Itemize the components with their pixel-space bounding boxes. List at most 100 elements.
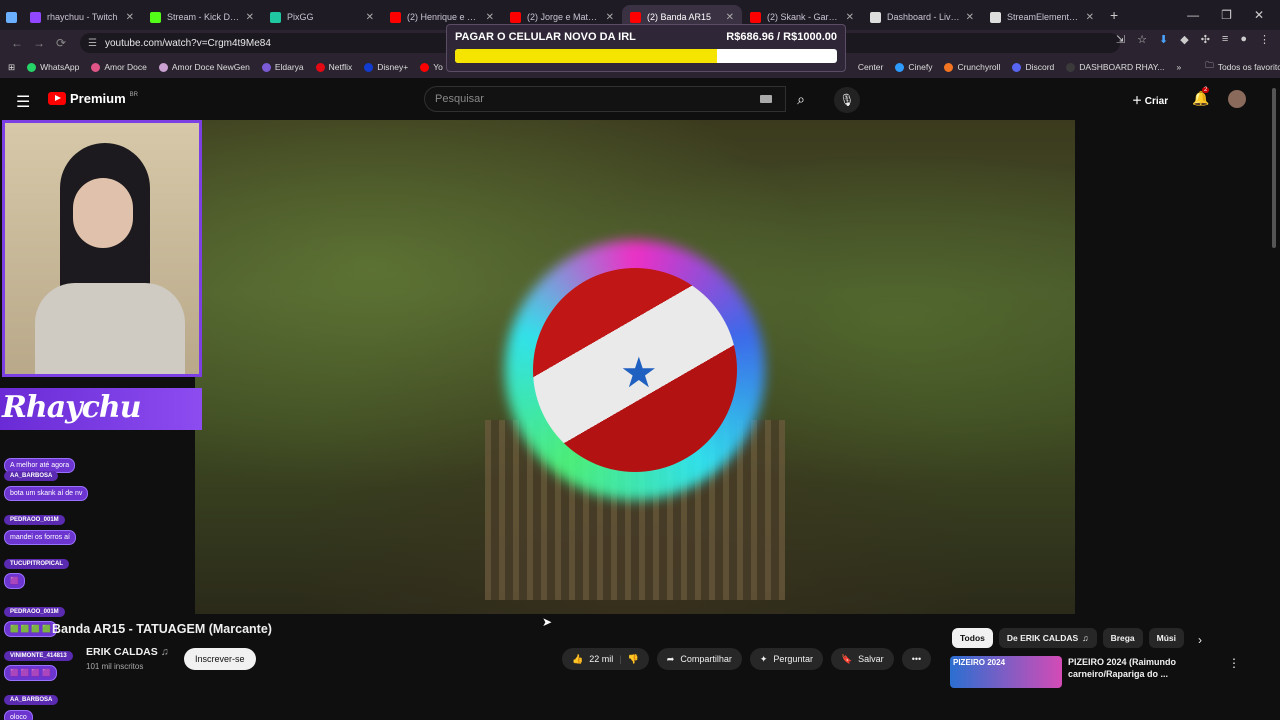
bookmark-item[interactable]: Discord bbox=[1006, 62, 1060, 72]
tab-7[interactable]: Dashboard - LivePix ✕ bbox=[862, 5, 982, 29]
tab-label: PixGG bbox=[287, 12, 314, 22]
tab-close-icon[interactable]: ✕ bbox=[726, 12, 734, 23]
tab-close-icon[interactable]: ✕ bbox=[606, 12, 614, 23]
menu-list-icon[interactable]: ≡ bbox=[1222, 33, 1228, 46]
site-info-icon[interactable]: ☰ bbox=[88, 38, 97, 49]
related-thumbnail[interactable]: PIZEIRO 2024 bbox=[950, 656, 1062, 688]
bookmark-item[interactable]: DASHBOARD RHAY... bbox=[1060, 62, 1170, 72]
tab-close-icon[interactable]: ✕ bbox=[246, 12, 254, 23]
share-button[interactable]: ➦ Compartilhar bbox=[656, 648, 742, 670]
subscribe-button[interactable]: Inscrever-se bbox=[184, 648, 256, 670]
search-icon[interactable]: ⌕ bbox=[786, 86, 816, 112]
tab-close-icon[interactable]: ✕ bbox=[966, 12, 974, 23]
ask-button[interactable]: ✦ Perguntar bbox=[749, 648, 823, 670]
tab-menu-icon[interactable] bbox=[0, 5, 22, 29]
extension-icon[interactable]: ◆ bbox=[1180, 33, 1188, 46]
goal-title: PAGAR O CELULAR NOVO DA IRL bbox=[455, 31, 636, 43]
mouse-cursor-icon: ➤ bbox=[542, 615, 553, 629]
create-button[interactable]: ＋ Criar bbox=[1132, 92, 1168, 107]
close-window-icon[interactable]: ✕ bbox=[1254, 8, 1264, 22]
bookmarks-overflow-icon[interactable]: » bbox=[1170, 62, 1187, 72]
video-actions: 👍 22 mil | 👎 ➦ Compartilhar ✦ Perguntar 🔖 S… bbox=[562, 648, 932, 670]
filter-chip[interactable]: Brega bbox=[1102, 628, 1143, 648]
hamburger-menu-icon[interactable]: ☰ bbox=[16, 92, 30, 112]
tab-0[interactable]: rhaychuu - Twitch ✕ bbox=[22, 5, 142, 29]
keyboard-icon[interactable] bbox=[760, 95, 772, 103]
profile-icon[interactable]: ● bbox=[1240, 33, 1247, 46]
webcam-overlay bbox=[2, 120, 202, 377]
bookmark-item[interactable]: Eldarya bbox=[256, 62, 310, 72]
bookmark-favicon-icon bbox=[895, 62, 905, 72]
restore-icon[interactable]: ❐ bbox=[1221, 8, 1232, 22]
tab-2[interactable]: PixGG ✕ bbox=[262, 5, 382, 29]
search-input[interactable]: Pesquisar bbox=[424, 86, 786, 112]
tab-8[interactable]: StreamElements - A ✕ bbox=[982, 5, 1102, 29]
bookmark-item[interactable]: Cinefy bbox=[889, 62, 938, 72]
chips-next-icon[interactable]: › bbox=[1198, 633, 1202, 647]
more-vert-icon[interactable]: ⋮ bbox=[1228, 656, 1240, 688]
bookmark-item[interactable]: Amor Doce NewGen bbox=[153, 62, 256, 72]
more-actions-button[interactable]: ••• bbox=[901, 648, 932, 670]
bookmark-item[interactable]: Center bbox=[839, 62, 890, 72]
chat-username: TUCUPITROPICAL bbox=[4, 559, 69, 569]
tab-close-icon[interactable]: ✕ bbox=[366, 12, 374, 23]
tab-close-icon[interactable]: ✕ bbox=[126, 12, 134, 23]
page-scrollbar[interactable] bbox=[1272, 88, 1276, 248]
microphone-icon[interactable]: 🎙 bbox=[834, 87, 860, 113]
puzzle-icon[interactable]: ✣ bbox=[1201, 33, 1210, 46]
goal-amount: R$686.96 / R$1000.00 bbox=[726, 31, 837, 43]
install-icon[interactable]: ⇲ bbox=[1116, 33, 1125, 46]
bookmark-item[interactable]: Yo bbox=[414, 62, 449, 72]
thumbs-down-icon[interactable]: 👎 bbox=[628, 654, 639, 665]
bookmark-favicon-icon bbox=[91, 62, 101, 72]
create-label: Criar bbox=[1144, 96, 1169, 107]
account-avatar[interactable] bbox=[1228, 90, 1246, 108]
minimize-icon[interactable]: — bbox=[1187, 8, 1199, 22]
more-vert-icon[interactable]: ⋮ bbox=[1259, 33, 1270, 46]
new-tab-icon[interactable]: + bbox=[1110, 7, 1118, 23]
country-code: BR bbox=[129, 91, 138, 98]
donation-goal-widget: PAGAR O CELULAR NOVO DA IRL R$686.96 / R… bbox=[446, 24, 846, 72]
chip-label: Brega bbox=[1110, 633, 1135, 643]
related-video-item[interactable]: PIZEIRO 2024 PIZEIRO 2024 (Raimundo carn… bbox=[950, 656, 1240, 688]
music-note-icon: ♫ bbox=[160, 646, 169, 658]
chat-text: oloco bbox=[4, 710, 33, 720]
save-button[interactable]: 🔖 Salvar bbox=[830, 648, 894, 670]
tab-close-icon[interactable]: ✕ bbox=[1086, 12, 1094, 23]
filter-chip[interactable]: Todos bbox=[952, 628, 993, 648]
bookmark-item[interactable]: Netflix bbox=[310, 62, 359, 72]
reload-icon[interactable]: ⟳ bbox=[50, 36, 72, 50]
window-controls: — ❐ ✕ bbox=[1187, 0, 1280, 30]
bookmark-item[interactable]: WhatsApp bbox=[21, 62, 85, 72]
all-favorites-folder[interactable]: 🗀 Todos os favoritos bbox=[1199, 60, 1280, 74]
forward-icon[interactable]: → bbox=[28, 36, 50, 50]
bookmark-star-icon[interactable]: ☆ bbox=[1137, 33, 1147, 46]
download-icon[interactable]: ⬇ bbox=[1159, 33, 1168, 46]
bookmark-icon: 🔖 bbox=[840, 653, 853, 664]
tab-close-icon[interactable]: ✕ bbox=[846, 12, 854, 23]
related-video-title[interactable]: PIZEIRO 2024 (Raimundo carneiro/Rapariga… bbox=[1068, 656, 1218, 688]
like-button[interactable]: 👍 22 mil | 👎 bbox=[562, 648, 649, 670]
filter-chip[interactable]: De ERIK CALDAS ♫ bbox=[998, 628, 1097, 648]
chat-message: VINIMONTE_414813 🟪 🟪 🟪 🟪 bbox=[4, 644, 73, 681]
back-icon[interactable]: ← bbox=[6, 36, 28, 50]
channel-name[interactable]: ERIK CALDAS ♫ bbox=[86, 646, 169, 658]
audio-visualizer-disc: ★ bbox=[505, 240, 765, 500]
apps-grid-icon[interactable]: ⊞ bbox=[0, 62, 21, 73]
youtube-logo[interactable]: Premium BR bbox=[48, 91, 138, 106]
bookmark-item[interactable]: Amor Doce bbox=[85, 62, 153, 72]
bookmark-label: Amor Doce NewGen bbox=[171, 62, 250, 72]
video-player[interactable]: ★ bbox=[195, 120, 1075, 614]
tab-favicon-icon bbox=[30, 11, 41, 23]
tab-1[interactable]: Stream - Kick Dashb ✕ bbox=[142, 5, 262, 29]
bookmark-item[interactable]: Crunchyroll bbox=[938, 62, 1006, 72]
tab-close-icon[interactable]: ✕ bbox=[486, 12, 494, 23]
filter-chip[interactable]: Músi bbox=[1148, 628, 1185, 648]
tab-label: Stream - Kick Dashb bbox=[167, 12, 240, 22]
tab-label: (2) Jorge e Mateus bbox=[527, 12, 600, 22]
bookmark-favicon-icon bbox=[27, 62, 37, 72]
notifications-bell-icon[interactable]: 🔔 2 bbox=[1192, 87, 1209, 107]
screen: rhaychuu - Twitch✕Stream - Kick Dashb✕Pi… bbox=[0, 0, 1280, 720]
sparkle-icon: ✦ bbox=[759, 653, 768, 664]
bookmark-item[interactable]: Disney+ bbox=[358, 62, 414, 72]
